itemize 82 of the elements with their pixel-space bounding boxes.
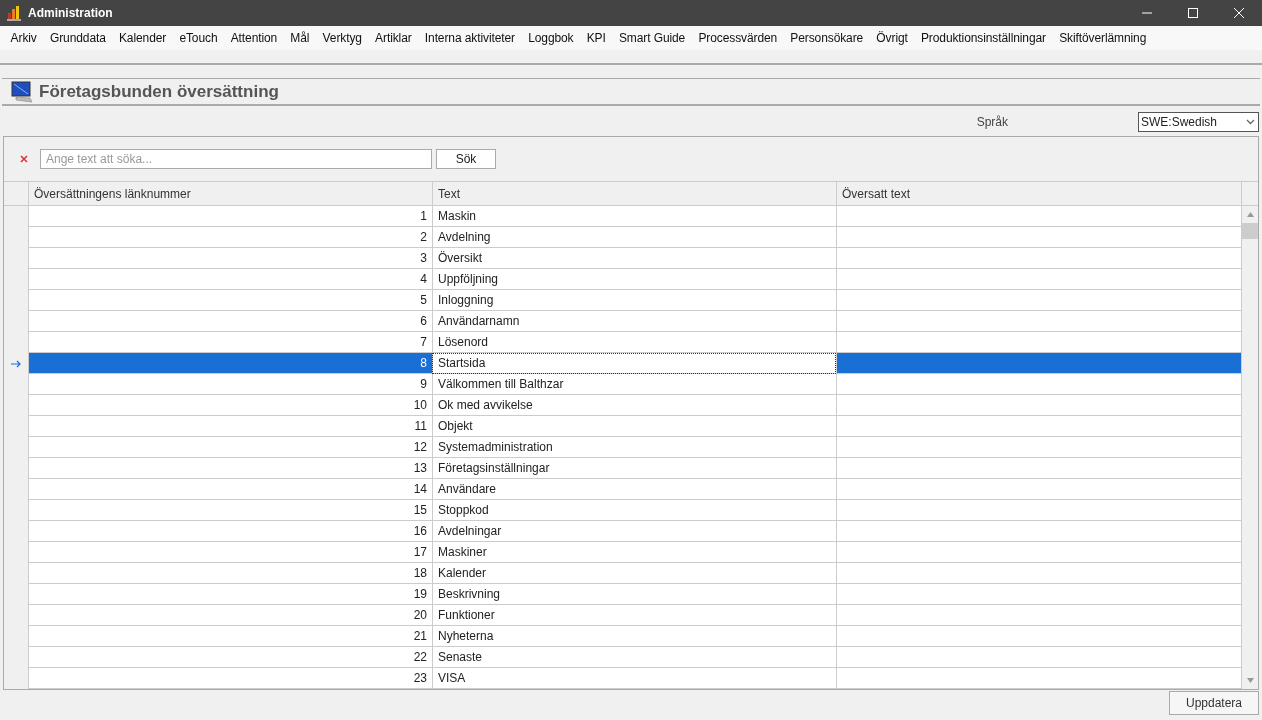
menu-item[interactable]: Processvärden [691,31,784,45]
table-cell: 10 [28,395,432,416]
table-cell: Företagsinställningar [432,458,836,479]
maximize-icon[interactable] [1188,8,1198,18]
table-cell: Avdelningar [432,521,836,542]
table-cell: Objekt [432,416,836,437]
table-cell: Senaste [432,647,836,668]
table-cell: 3 [28,248,432,269]
close-icon[interactable] [1234,8,1244,18]
table-cell: 18 [28,563,432,584]
menu-item[interactable]: Övrigt [869,31,915,45]
table-cell: 9 [28,374,432,395]
table-cell: Användare [432,479,836,500]
clear-icon[interactable] [20,155,28,163]
bar-chart-icon [6,5,22,21]
table-cell: Inloggning [432,290,836,311]
table-cell: Uppföljning [432,269,836,290]
menu-item[interactable]: Grunddata [43,31,113,45]
column-header[interactable]: Text [432,182,836,205]
scrollbar-thumb[interactable] [1242,223,1258,239]
table-cell: Nyheterna [432,626,836,647]
menu-item[interactable]: Skiftöverlämning [1052,31,1153,45]
search-field[interactable]: Ange text att söka... [40,149,432,169]
scrollbar[interactable] [1241,182,1258,689]
table-cell: 13 [28,458,432,479]
table-cell: Användarnamn [432,311,836,332]
table-cell: 16 [28,521,432,542]
table-cell: 8 [28,353,432,374]
table-cell: 6 [28,311,432,332]
table-cell: 7 [28,332,432,353]
table-cell: Välkommen till Balthzar [432,374,836,395]
menu-item[interactable]: Arkiv [4,31,44,45]
window-title: Administration [28,6,114,20]
table-cell: 19 [28,584,432,605]
table-cell: 12 [28,437,432,458]
monitor-icon [10,79,34,104]
menu-item[interactable]: Personsökare [783,31,870,45]
scroll-up-icon[interactable] [1246,212,1254,217]
table-cell: Ok med avvikelse [432,395,836,416]
table-cell: Maskin [432,206,836,227]
menu-item[interactable]: eTouch [172,31,225,45]
menu-item[interactable]: Verktyg [316,31,369,45]
table-cell: 15 [28,500,432,521]
menu-item[interactable]: Mål [283,31,316,45]
table-cell: Stoppkod [432,500,836,521]
table-cell: Kalender [432,563,836,584]
table-cell: 22 [28,647,432,668]
table-cell: 21 [28,626,432,647]
table-cell: 1 [28,206,432,227]
table-cell: VISA [432,668,836,689]
search-button[interactable]: Sök [436,149,496,169]
language-label: Språk [976,115,1008,129]
menu-item[interactable]: Produktionsinställningar [914,31,1053,45]
table-cell: Funktioner [432,605,836,626]
menu-item[interactable]: Loggbok [521,31,581,45]
table-cell: 17 [28,542,432,563]
menu-item[interactable]: Interna aktiviteter [418,31,522,45]
table-cell: Startsida [432,353,836,374]
table-cell: 2 [28,227,432,248]
scroll-down-icon[interactable] [1246,678,1254,683]
column-header[interactable]: Översättningens länknummer [28,182,432,205]
table-cell: Översikt [432,248,836,269]
table-cell: 4 [28,269,432,290]
menu-item[interactable]: Smart Guide [612,31,692,45]
table-cell: 23 [28,668,432,689]
menu-item[interactable]: Kalender [112,31,173,45]
table-cell: Maskiner [432,542,836,563]
table-cell: 5 [28,290,432,311]
update-button[interactable]: Uppdatera [1169,691,1259,715]
language-dropdown[interactable]: SWE:Swedish [1138,112,1259,132]
menu-item[interactable]: Attention [224,31,284,45]
page-title: Företagsbunden översättning [39,81,279,102]
menu-item[interactable]: Artiklar [368,31,419,45]
table-cell: Systemadministration [432,437,836,458]
table-cell: 20 [28,605,432,626]
menu-item[interactable]: KPI [580,31,613,45]
table-cell: Avdelning [432,227,836,248]
table-cell: 11 [28,416,432,437]
table-cell: Beskrivning [432,584,836,605]
table-cell: Lösenord [432,332,836,353]
caret-icon [1246,119,1255,125]
table-cell: 14 [28,479,432,500]
